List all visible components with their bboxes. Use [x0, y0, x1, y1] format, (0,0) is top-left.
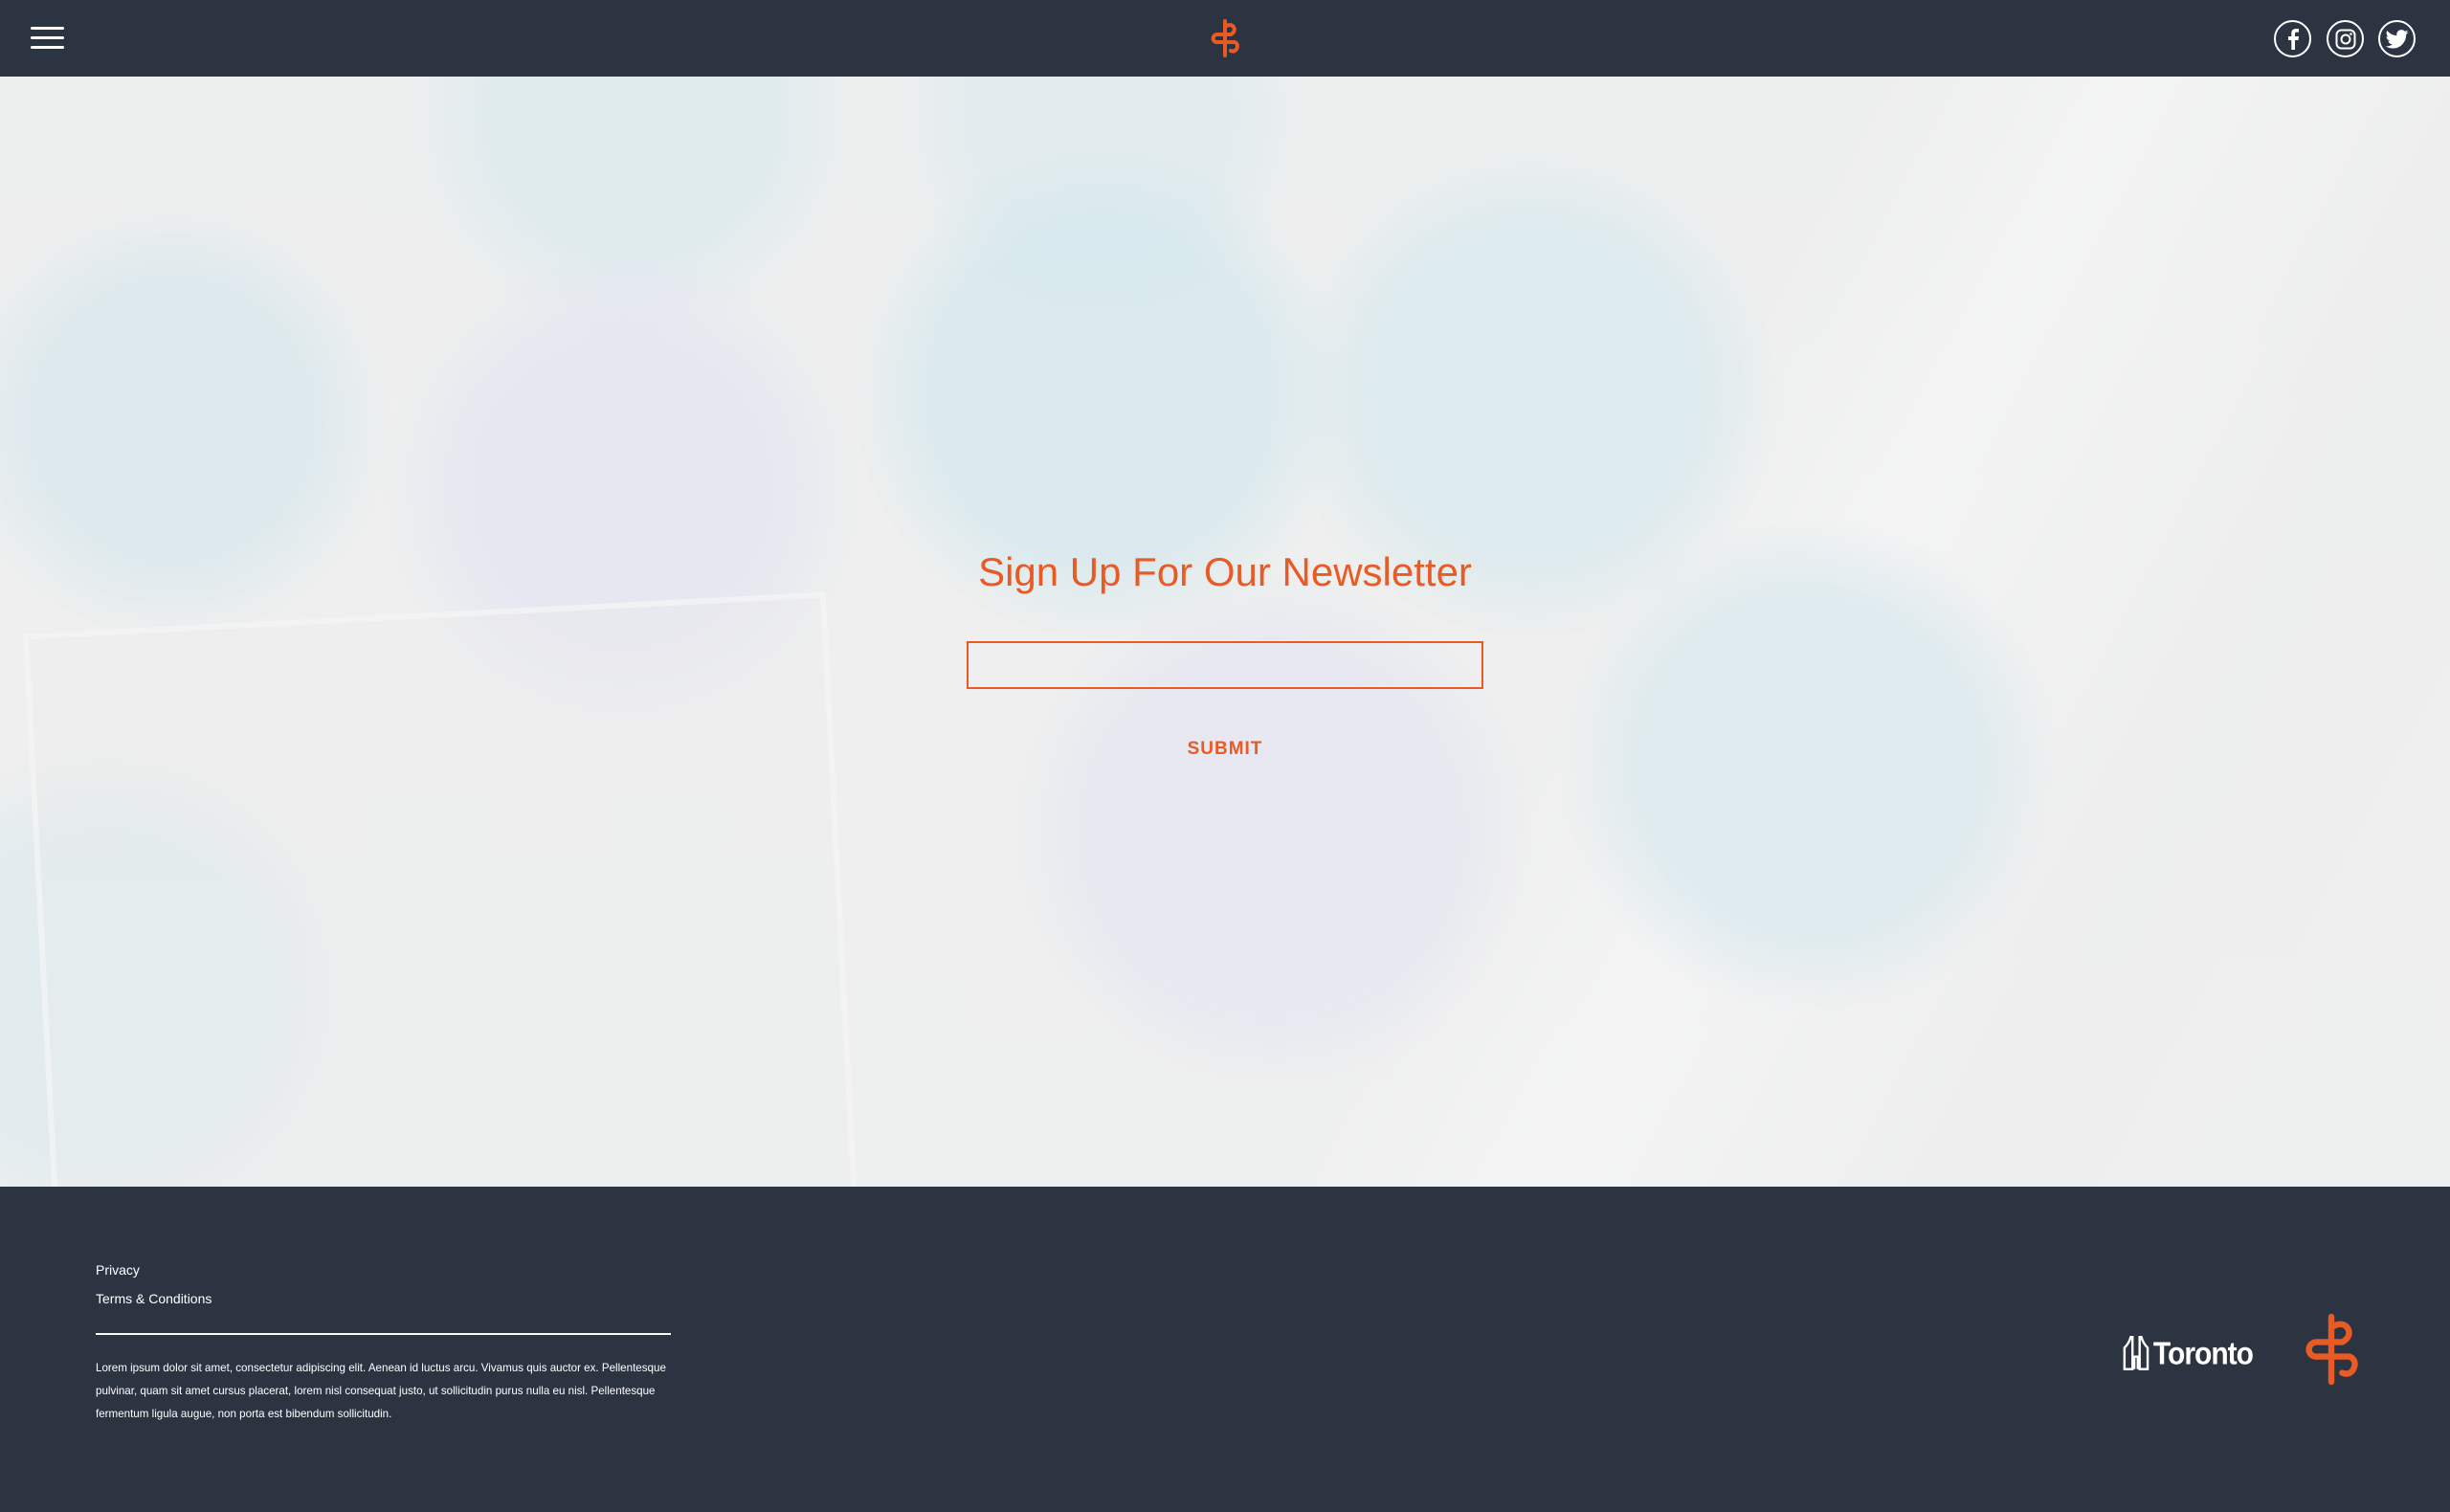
newsletter-title: Sign Up For Our Newsletter — [978, 549, 1472, 594]
footer-link-terms[interactable]: Terms & Conditions — [96, 1291, 212, 1306]
instagram-icon[interactable] — [2327, 20, 2364, 57]
hamburger-menu-icon[interactable] — [31, 25, 64, 52]
top-nav-bar — [0, 0, 2450, 77]
brand-logo-icon — [2305, 1313, 2358, 1386]
newsletter-email-input[interactable] — [967, 641, 1483, 689]
footer-link-privacy[interactable]: Privacy — [96, 1262, 140, 1278]
facebook-icon[interactable] — [2274, 20, 2311, 57]
hero-background-image — [0, 77, 2450, 1187]
toronto-logo: Toronto — [2123, 1328, 2254, 1372]
toronto-wordmark: Toronto — [2152, 1336, 2254, 1372]
brand-logo-icon[interactable] — [1208, 17, 1242, 59]
footer-body-text: Lorem ipsum dolor sit amet, consectetur … — [96, 1362, 666, 1420]
footer-divider — [96, 1333, 671, 1335]
footer: Privacy Terms & Conditions Lorem ipsum d… — [0, 1187, 2450, 1512]
toronto-city-hall-icon — [2123, 1335, 2149, 1370]
submit-button[interactable]: SUBMIT — [1129, 735, 1321, 764]
twitter-icon[interactable] — [2378, 20, 2416, 57]
